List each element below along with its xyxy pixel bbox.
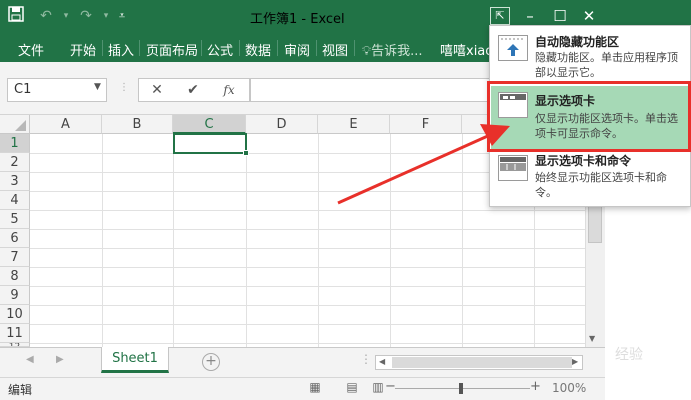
name-box-value: C1 — [14, 82, 32, 97]
page-layout-view-icon[interactable]: ▤ — [345, 380, 359, 394]
tab-split-handle-icon[interactable]: ⋮ — [360, 352, 372, 366]
zoom-level[interactable]: 100% — [552, 381, 586, 395]
row-header-5[interactable]: 5 — [0, 210, 30, 229]
maximize-icon[interactable]: ☐ — [549, 5, 571, 27]
tab-separator — [102, 40, 103, 56]
drag-handle-icon[interactable]: ⋮ — [119, 82, 129, 98]
save-icon[interactable] — [6, 6, 26, 26]
zoom-in-button[interactable]: + — [530, 379, 541, 394]
ribbon-display-options-icon[interactable]: ⇱ — [490, 7, 510, 25]
column-header-b[interactable]: B — [102, 115, 173, 134]
gridline — [30, 305, 585, 306]
menu-item-show-tabs-commands-title[interactable]: 显示选项卡和命令 — [535, 152, 631, 169]
insert-function-icon[interactable]: fx — [218, 80, 240, 100]
red-arrow-annotation — [337, 124, 510, 205]
gridline — [30, 229, 585, 230]
tab-formulas[interactable]: 公式 — [207, 40, 233, 59]
gridline — [30, 267, 585, 268]
row-header-7[interactable]: 7 — [0, 248, 30, 267]
tab-home[interactable]: 开始 — [70, 40, 96, 59]
user-name[interactable]: 嘻嘻xiao — [440, 40, 493, 59]
row-header-2[interactable]: 2 — [0, 153, 30, 172]
next-sheet-icon[interactable]: ▶ — [56, 354, 64, 365]
tab-separator — [354, 40, 355, 56]
cancel-icon[interactable]: ✕ — [146, 80, 168, 100]
sheet-tab-sheet1[interactable]: Sheet1 — [101, 347, 169, 373]
row-header-10[interactable]: 10 — [0, 305, 30, 324]
row-header-6[interactable]: 6 — [0, 229, 30, 248]
tab-file[interactable]: 文件 — [18, 40, 44, 59]
tab-separator — [139, 40, 140, 56]
page-break-view-icon[interactable]: ▥ — [371, 380, 385, 394]
watermark: 经验 — [615, 347, 643, 363]
column-header-a[interactable]: A — [30, 115, 102, 134]
menu-item-show-tabs-commands-desc: 始终显示功能区选项卡和命令。 — [535, 171, 667, 199]
gridline — [173, 134, 174, 347]
undo-dropdown-icon[interactable]: ▾ — [56, 6, 76, 26]
tab-view[interactable]: 视图 — [322, 40, 348, 59]
gridline — [30, 210, 585, 211]
add-sheet-icon[interactable]: + — [202, 353, 220, 371]
column-header-c[interactable]: C — [173, 115, 246, 134]
menu-item-auto-hide-desc: 隐藏功能区。单击应用程序顶部以显示它。 — [535, 51, 678, 78]
chevron-down-icon[interactable]: ▼ — [94, 82, 101, 92]
gridline — [246, 134, 247, 347]
fill-handle[interactable] — [243, 150, 249, 156]
tab-data[interactable]: 数据 — [245, 40, 271, 59]
row-header-3[interactable]: 3 — [0, 172, 30, 191]
tab-insert[interactable]: 插入 — [108, 40, 134, 59]
gridline — [318, 134, 319, 347]
name-box[interactable]: C1 ▼ — [7, 78, 107, 102]
zoom-slider-knob[interactable] — [459, 383, 463, 394]
row-header-11[interactable]: 11 — [0, 324, 30, 343]
redo-icon[interactable]: ↷ — [76, 6, 96, 26]
row-header-1[interactable]: 1 — [0, 134, 30, 153]
tab-separator — [201, 40, 202, 56]
enter-icon[interactable]: ✔ — [182, 80, 204, 100]
horizontal-scroll-thumb[interactable] — [392, 357, 572, 368]
lightbulb-icon: 💡︎ — [362, 44, 372, 59]
close-icon[interactable]: ✕ — [578, 5, 600, 27]
window-title: 工作簿1 - Excel — [250, 12, 345, 27]
scroll-down-icon[interactable]: ▼ — [589, 334, 595, 343]
row-header-4[interactable]: 4 — [0, 191, 30, 210]
tab-separator — [277, 40, 278, 56]
select-all-corner[interactable] — [0, 115, 30, 134]
active-cell-c1[interactable] — [173, 133, 247, 154]
zoom-out-button[interactable]: − — [385, 379, 396, 394]
excel-window: ↶ ▾ ↷ ▾ ⩡ 工作簿1 - Excel ⇱ – ☐ ✕ 文件 开始 插入 … — [0, 0, 691, 400]
column-header-d[interactable]: D — [246, 115, 318, 134]
customize-qat-icon[interactable]: ⩡ — [112, 6, 132, 26]
gridline — [30, 248, 585, 249]
normal-view-icon[interactable]: ▦ — [308, 380, 322, 394]
tab-separator — [316, 40, 317, 56]
undo-icon[interactable]: ↶ — [36, 6, 56, 26]
scroll-right-icon[interactable]: ▶ — [572, 357, 578, 366]
row-header-8[interactable]: 8 — [0, 267, 30, 286]
tell-me-label: 告诉我... — [371, 44, 423, 59]
tab-review[interactable]: 审阅 — [284, 40, 310, 59]
gridline — [30, 343, 585, 344]
tab-page-layout[interactable]: 页面布局 — [146, 40, 198, 59]
menu-item-auto-hide-title[interactable]: 自动隐藏功能区 — [535, 33, 619, 50]
status-mode: 编辑 — [8, 383, 33, 397]
gridline — [30, 286, 585, 287]
minimize-icon[interactable]: – — [519, 5, 541, 27]
prev-sheet-icon[interactable]: ◀ — [26, 354, 34, 365]
gridline — [30, 324, 585, 325]
gridline — [102, 134, 103, 347]
auto-hide-ribbon-icon — [498, 35, 528, 61]
row-header-9[interactable]: 9 — [0, 286, 30, 305]
tell-me-search[interactable]: 💡︎告诉我... — [362, 40, 423, 59]
scroll-left-icon[interactable]: ◀ — [379, 357, 385, 366]
tab-separator — [239, 40, 240, 56]
